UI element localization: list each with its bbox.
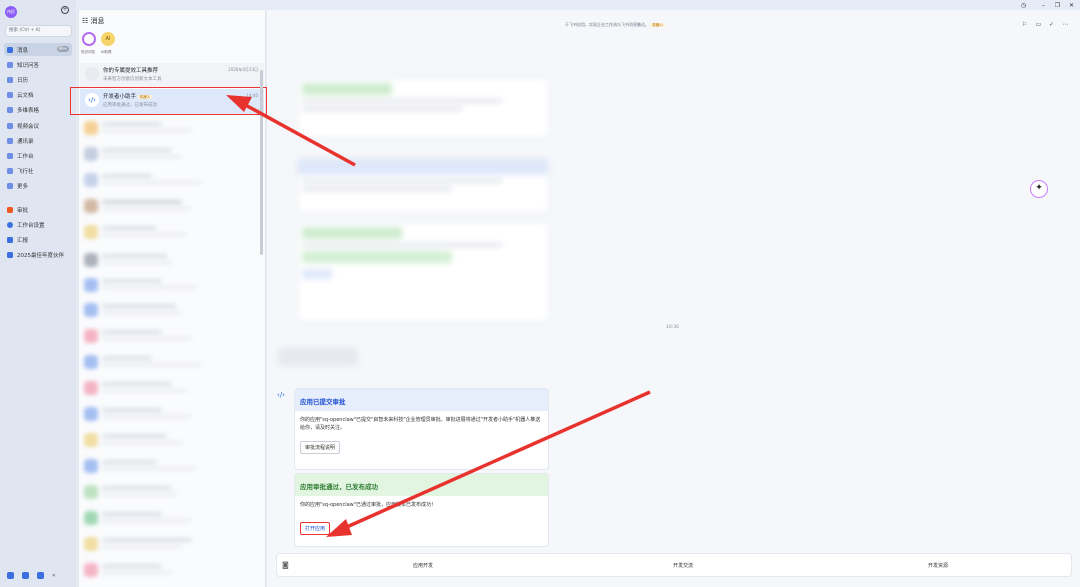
arrow-head-2	[326, 519, 352, 537]
arrow-line-1	[239, 100, 356, 167]
arrow-line-2	[339, 390, 651, 532]
annotation-arrows	[226, 95, 651, 537]
arrow-head-1	[226, 95, 252, 112]
